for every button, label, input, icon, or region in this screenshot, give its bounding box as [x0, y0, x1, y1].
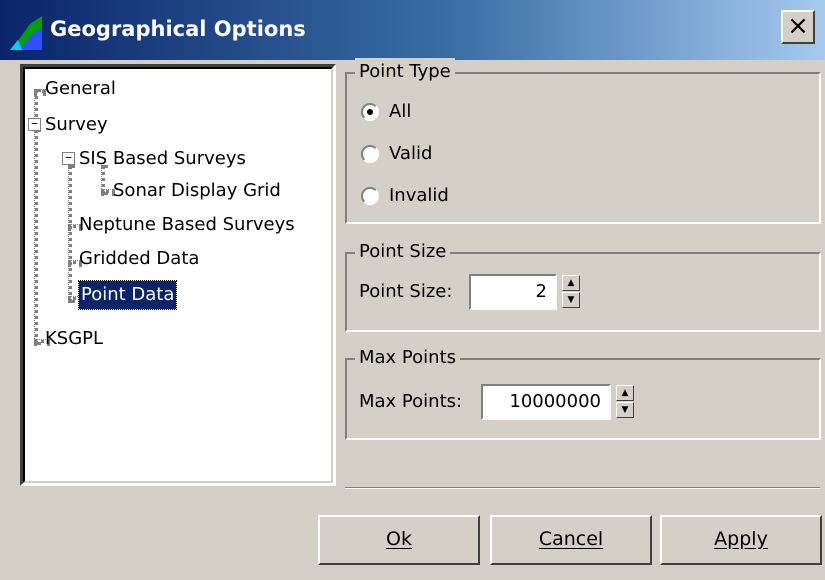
- window-title: Geographical Options: [50, 17, 306, 41]
- options-tree[interactable]: General − Survey − SIS Based Surveys Son…: [20, 64, 336, 486]
- max-points-input[interactable]: 10000000: [481, 384, 611, 420]
- max-points-legend: Max Points: [355, 344, 461, 372]
- radio-valid-label: Valid: [389, 143, 433, 164]
- app-icon: [10, 16, 42, 50]
- geographical-options-dialog: Geographical Options × General − Survey …: [0, 0, 825, 580]
- max-points-spinner: ▲ ▼: [616, 385, 634, 419]
- tree-item-general[interactable]: General: [45, 75, 116, 103]
- max-points-down-icon[interactable]: ▼: [616, 402, 634, 418]
- max-points-up-icon[interactable]: ▲: [616, 385, 634, 401]
- radio-all[interactable]: All: [361, 98, 411, 126]
- radio-valid[interactable]: Valid: [361, 140, 432, 168]
- close-button[interactable]: ×: [781, 10, 815, 44]
- sis-collapse-icon[interactable]: −: [62, 152, 75, 165]
- apply-button[interactable]: Apply: [660, 515, 822, 565]
- radio-invalid-indicator[interactable]: [361, 187, 379, 205]
- radio-all-indicator[interactable]: [361, 103, 379, 121]
- point-type-legend: Point Type: [355, 58, 455, 86]
- tree-connector: [68, 165, 72, 303]
- tree-item-ksgpl[interactable]: KSGPL: [45, 325, 103, 353]
- close-icon: ×: [787, 11, 809, 41]
- ok-button[interactable]: Ok: [318, 515, 480, 565]
- radio-all-label: All: [389, 101, 412, 122]
- tree-item-gridded-data[interactable]: Gridded Data: [79, 245, 199, 273]
- tree-item-neptune-based-surveys[interactable]: Neptune Based Surveys: [79, 211, 295, 239]
- point-size-up-icon[interactable]: ▲: [562, 275, 580, 291]
- point-size-label: Point Size:: [359, 281, 453, 302]
- tree-item-sis-based-surveys[interactable]: SIS Based Surveys: [79, 145, 246, 173]
- point-size-input[interactable]: 2: [469, 274, 557, 310]
- point-size-down-icon[interactable]: ▼: [562, 292, 580, 308]
- radio-valid-indicator[interactable]: [361, 145, 379, 163]
- apply-button-label: Apply: [714, 528, 768, 550]
- title-bar[interactable]: Geographical Options ×: [0, 0, 825, 60]
- tree-item-survey[interactable]: Survey: [45, 111, 108, 139]
- point-type-group: Point Type All Valid Invalid: [345, 58, 821, 224]
- max-points-label: Max Points:: [359, 391, 463, 412]
- cancel-button[interactable]: Cancel: [490, 515, 652, 565]
- cancel-button-label: Cancel: [538, 528, 604, 550]
- tree-item-point-data[interactable]: Point Data: [77, 280, 178, 310]
- survey-collapse-icon[interactable]: −: [28, 118, 41, 131]
- radio-invalid-label: Invalid: [389, 185, 449, 206]
- point-size-spinner: ▲ ▼: [562, 275, 580, 309]
- tree-item-sonar-display-grid[interactable]: Sonar Display Grid: [113, 177, 281, 205]
- ok-button-label: Ok: [386, 528, 412, 550]
- radio-invalid[interactable]: Invalid: [361, 182, 449, 210]
- max-points-group: Max Points Max Points: 10000000 ▲ ▼: [345, 344, 821, 440]
- point-size-group: Point Size Point Size: 2 ▲ ▼: [345, 238, 821, 332]
- point-size-legend: Point Size: [355, 238, 451, 266]
- tree-connector: [34, 129, 38, 345]
- separator: [345, 487, 820, 489]
